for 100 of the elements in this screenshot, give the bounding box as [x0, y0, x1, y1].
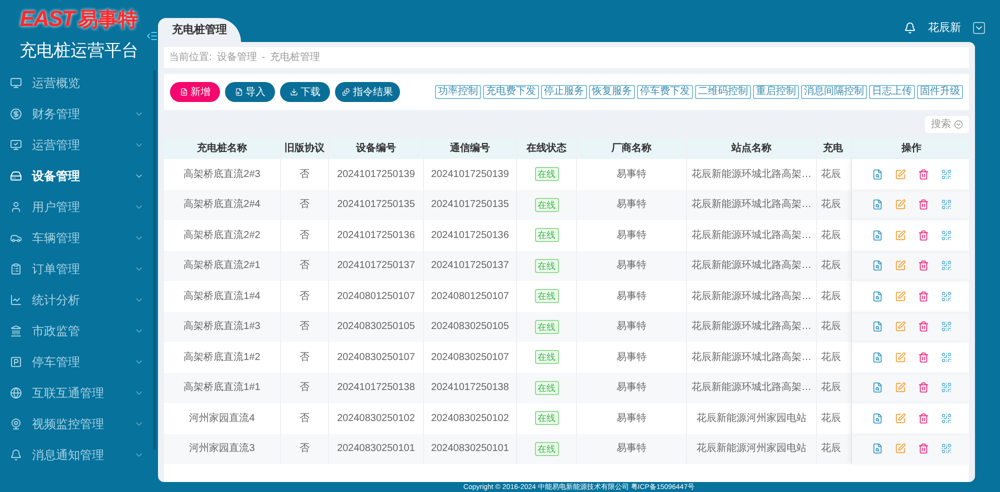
view-icon[interactable]: [872, 321, 883, 332]
table-cell: 20240830250101: [424, 434, 517, 464]
sidebar-item[interactable]: 停车管理: [0, 346, 158, 378]
qr-code-icon[interactable]: [941, 199, 952, 210]
delete-icon[interactable]: [918, 290, 929, 302]
status-tag: 在线: [534, 258, 558, 273]
command-button[interactable]: 消息间隔控制: [801, 85, 867, 99]
qr-code-icon[interactable]: [941, 352, 952, 363]
view-icon[interactable]: [872, 443, 883, 454]
status-tag: 在线: [534, 442, 558, 456]
delete-icon[interactable]: [918, 443, 929, 454]
command-button[interactable]: 恢复服务: [589, 85, 635, 99]
menu-icon: [10, 325, 22, 337]
toolbar-button[interactable]: 下载: [280, 82, 330, 102]
delete-icon[interactable]: [918, 382, 929, 394]
delete-icon[interactable]: [918, 412, 929, 424]
menu-icon: [10, 449, 22, 461]
qr-code-icon[interactable]: [941, 443, 952, 454]
view-icon[interactable]: [872, 260, 883, 272]
sidebar-item[interactable]: 车辆管理: [0, 222, 158, 254]
status-tag: 在线: [534, 167, 558, 182]
breadcrumb-link[interactable]: 充电桩管理: [270, 50, 320, 65]
view-icon[interactable]: [872, 199, 883, 210]
command-button[interactable]: 功率控制: [435, 85, 481, 99]
notification-icon[interactable]: [904, 22, 916, 34]
delete-icon[interactable]: [918, 321, 929, 332]
delete-icon[interactable]: [918, 352, 929, 363]
delete-icon[interactable]: [918, 260, 929, 272]
sidebar-item[interactable]: 视频监控管理: [0, 408, 158, 440]
qr-code-icon[interactable]: [941, 290, 952, 302]
command-button[interactable]: 日志上传: [869, 85, 915, 99]
menu-icon: [10, 77, 22, 89]
status-tag: 在线: [534, 350, 558, 364]
sidebar-item[interactable]: 互联互通管理: [0, 378, 158, 408]
edit-icon[interactable]: [895, 199, 906, 210]
edit-icon[interactable]: [895, 443, 906, 454]
sidebar-item[interactable]: 市政监管: [0, 316, 158, 346]
menu-icon: [10, 294, 22, 306]
qr-code-icon[interactable]: [941, 168, 952, 180]
edit-icon[interactable]: [895, 168, 906, 180]
platform-title: 充电桩运营平台: [18, 40, 140, 62]
breadcrumb-link[interactable]: 设备管理: [216, 50, 257, 65]
command-button[interactable]: 停止服务: [541, 85, 587, 99]
edit-icon[interactable]: [895, 382, 906, 394]
command-button[interactable]: 充电费下发: [483, 85, 539, 99]
edit-icon[interactable]: [895, 290, 906, 302]
menu-icon: [10, 356, 22, 368]
sidebar-item[interactable]: 运营概览: [0, 68, 158, 98]
qr-code-icon[interactable]: [941, 230, 952, 241]
qr-code-icon[interactable]: [941, 382, 952, 394]
command-button[interactable]: 固件升级: [917, 85, 963, 99]
menu-icon: [10, 418, 22, 430]
command-button[interactable]: 重启控制: [753, 85, 799, 99]
sidebar-item[interactable]: 财务管理: [0, 98, 158, 130]
delete-icon[interactable]: [918, 199, 929, 210]
view-icon[interactable]: [872, 230, 883, 241]
toolbar-button[interactable]: 新增: [170, 82, 220, 102]
edit-icon[interactable]: [895, 352, 906, 363]
view-icon[interactable]: [872, 168, 883, 180]
menu-collapse-icon[interactable]: [146, 30, 158, 42]
page-tab[interactable]: 充电桩管理: [158, 18, 241, 42]
view-icon[interactable]: [872, 412, 883, 424]
qr-code-icon[interactable]: [941, 260, 952, 272]
search-button[interactable]: 搜索: [925, 116, 969, 132]
sidebar-item[interactable]: 运营管理: [0, 130, 158, 160]
command-button[interactable]: 停车费下发: [637, 85, 693, 99]
toolbar-button[interactable]: 指令结果: [335, 82, 400, 102]
menu-icon: [10, 232, 22, 244]
sidebar-item[interactable]: 用户管理: [0, 192, 158, 222]
delete-icon[interactable]: [918, 168, 929, 180]
sidebar-item[interactable]: 统计分析: [0, 284, 158, 316]
table-cell: 花辰新能源河州家园电站: [687, 434, 817, 464]
qr-code-icon[interactable]: [941, 412, 952, 424]
sidebar-item[interactable]: 设备管理: [0, 160, 158, 192]
view-icon[interactable]: [872, 290, 883, 302]
menu-icon: [10, 170, 22, 182]
table-cell: 花辰: [817, 434, 852, 464]
toolbar-button[interactable]: 导入: [225, 82, 275, 102]
sidebar-item[interactable]: 订单管理: [0, 254, 158, 284]
qr-code-icon[interactable]: [941, 321, 952, 332]
breadcrumb-separator: -: [262, 51, 266, 65]
sidebar-item[interactable]: 消息通知管理: [0, 440, 158, 470]
edit-icon[interactable]: [895, 260, 906, 272]
button-icon: [290, 88, 298, 96]
table-cell: 河州家园直流3: [164, 434, 281, 464]
edit-icon[interactable]: [895, 412, 906, 424]
edit-icon[interactable]: [895, 321, 906, 332]
status-tag: 在线: [534, 198, 558, 212]
delete-icon[interactable]: [918, 230, 929, 241]
status-tag: 在线: [534, 289, 558, 304]
button-icon: [234, 88, 242, 96]
breadcrumb-label: 当前位置:: [169, 50, 212, 65]
user-dropdown-icon[interactable]: [973, 22, 985, 34]
view-icon[interactable]: [872, 352, 883, 363]
user-name[interactable]: 花辰新: [928, 20, 961, 36]
status-tag: 在线: [534, 380, 558, 395]
table-cell: 易事特: [577, 434, 687, 464]
command-button[interactable]: 二维码控制: [695, 85, 751, 99]
edit-icon[interactable]: [895, 230, 906, 241]
view-icon[interactable]: [872, 382, 883, 394]
